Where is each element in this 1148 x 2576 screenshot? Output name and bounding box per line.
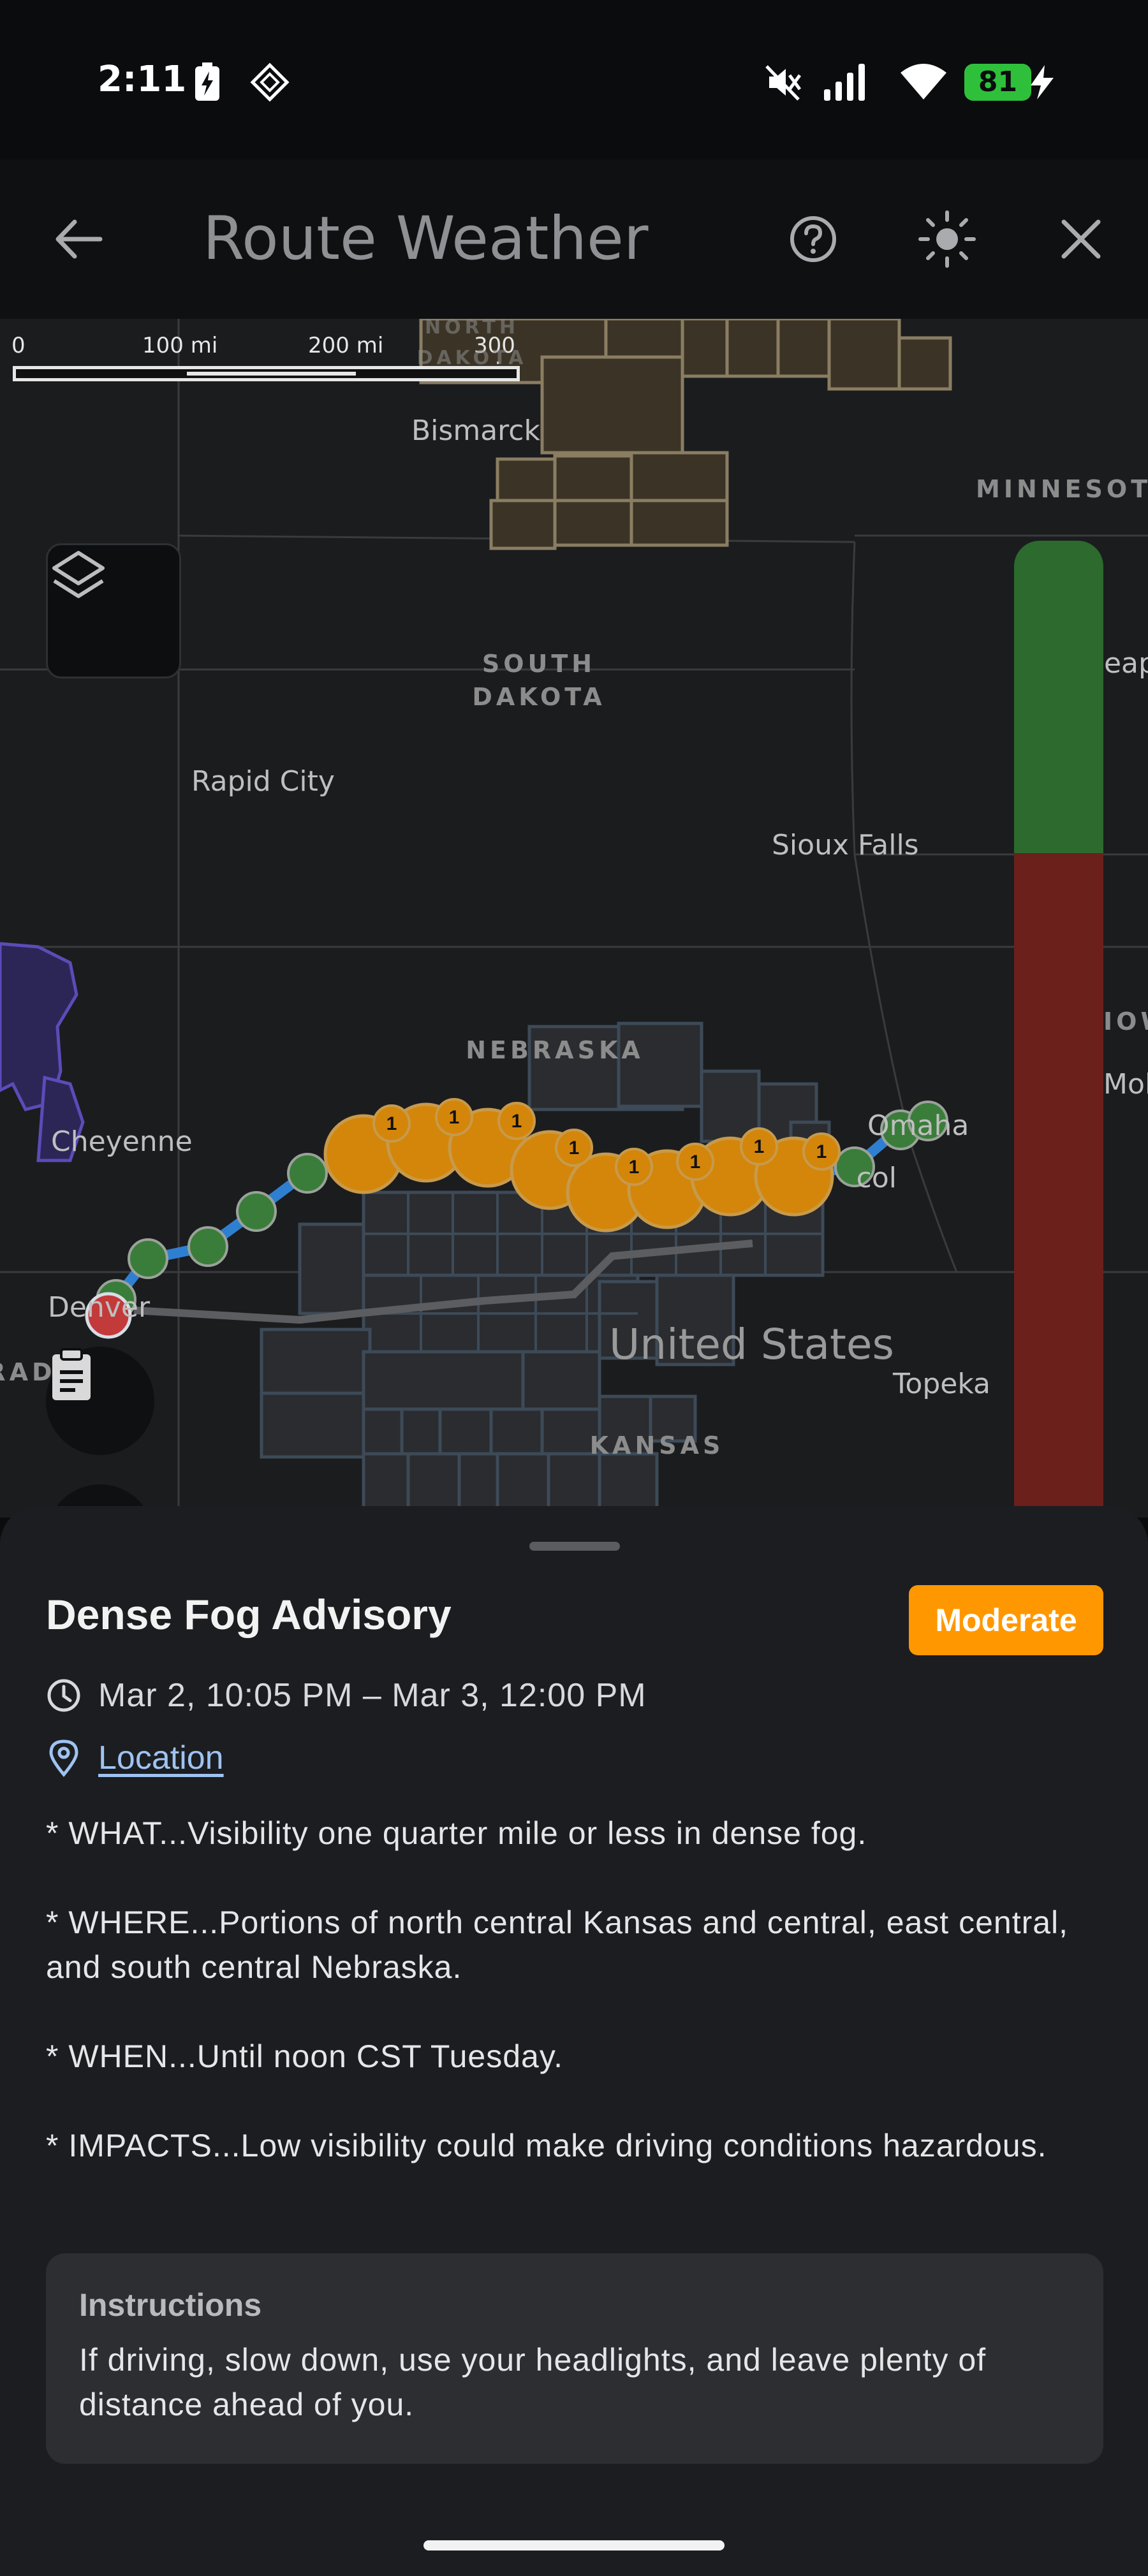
screen-title: Route Weather	[203, 204, 649, 274]
close-icon	[1061, 219, 1101, 259]
map-label-north-dakota: NORTH DAKOTA	[416, 319, 527, 369]
instructions-title: Instructions	[79, 2287, 262, 2323]
map-label-denver: Denver	[48, 1291, 151, 1324]
map-label-south-dakota: SOUTH DAKOTA	[472, 650, 606, 711]
scale-label: 200 mi	[308, 333, 384, 358]
back-button[interactable]	[43, 204, 114, 274]
alert-location-row[interactable]: Location	[46, 1736, 224, 1780]
route-condition-bar[interactable]	[1014, 541, 1103, 1518]
report-button[interactable]	[46, 1347, 154, 1455]
map-label-lincoln: Lincoln	[855, 1162, 896, 1194]
route-map[interactable]: 1 1 1 1 1 1 1 1 0 100 mi 200 mi 300 mi B…	[0, 319, 1148, 1518]
alert-count-label: 1	[511, 1111, 522, 1132]
map-label-moline: Moline	[1103, 1068, 1148, 1101]
signal-icon	[824, 64, 865, 101]
help-button[interactable]	[778, 204, 848, 274]
brightness-button[interactable]	[912, 204, 982, 274]
instructions-card: Instructions If driving, slow down, use …	[46, 2253, 1103, 2464]
brightness-icon	[918, 210, 976, 268]
battery-charging-icon	[1031, 65, 1054, 99]
wifi-icon	[901, 64, 946, 99]
alert-count-label: 1	[816, 1141, 827, 1162]
scale-line-inner	[187, 372, 356, 376]
alert-count-label: 1	[449, 1107, 460, 1128]
map-label-kansas: KANSAS	[589, 1431, 725, 1460]
back-arrow-icon	[55, 219, 103, 259]
layers-icon	[52, 551, 105, 598]
description-what: * WHAT...Visibility one quarter mile or …	[46, 1815, 867, 1851]
location-link[interactable]: Location	[98, 1739, 224, 1777]
clock-icon	[47, 1679, 80, 1712]
fog-county-grid	[260, 1021, 831, 1518]
alert-time-range: Mar 2, 10:05 PM – Mar 3, 12:00 PM	[98, 1677, 647, 1714]
map-label-cheyenne: Cheyenne	[51, 1125, 193, 1158]
map-label-sioux-falls: Sioux Falls	[772, 829, 919, 861]
instructions-body: If driving, slow down, use your headligh…	[79, 2342, 987, 2422]
description-where: * WHERE...Portions of north central Kans…	[46, 1905, 1069, 1985]
condition-segment-good	[1014, 541, 1103, 853]
alert-count-label: 1	[690, 1152, 701, 1173]
close-button[interactable]	[1046, 204, 1116, 274]
location-pin-icon	[49, 1739, 78, 1777]
battery-level: 81	[964, 64, 1031, 101]
alert-count-label: 1	[386, 1113, 397, 1134]
map-label-minnesota: MINNESOTA	[976, 475, 1148, 503]
alert-count-label: 1	[569, 1138, 580, 1159]
map-label-topeka: Topeka	[893, 1368, 990, 1400]
mute-icon	[765, 65, 802, 101]
severity-badge: Moderate	[909, 1585, 1103, 1655]
map-label-bismarck: Bismarck	[411, 414, 540, 447]
diamond-app-icon	[250, 62, 290, 102]
status-bar: 2:11 81	[0, 0, 1148, 159]
map-label-iowa: IOWA	[1103, 1007, 1148, 1036]
home-indicator[interactable]	[423, 2540, 725, 2550]
map-label-united-states: United States	[609, 1320, 894, 1369]
description-when: * WHEN...Until noon CST Tuesday.	[46, 2038, 564, 2074]
status-time: 2:11	[98, 59, 187, 100]
alert-title: Dense Fog Advisory	[46, 1591, 452, 1638]
alert-bottom-sheet[interactable]: Dense Fog Advisory Moderate Mar 2, 10:05…	[0, 1506, 1148, 2576]
alert-count-label: 1	[754, 1136, 765, 1157]
alert-count-label: 1	[629, 1157, 640, 1178]
condition-segment-alert	[1014, 853, 1103, 1518]
alert-time-row: Mar 2, 10:05 PM – Mar 3, 12:00 PM	[46, 1673, 647, 1718]
alert-description: * WHAT...Visibility one quarter mile or …	[46, 1811, 1105, 2213]
layers-button[interactable]	[46, 543, 181, 678]
sheet-drag-handle[interactable]	[529, 1542, 620, 1551]
scale-label: 0	[11, 333, 26, 358]
clipboard-icon	[52, 1348, 91, 1400]
scale-label: 100 mi	[142, 333, 218, 358]
help-icon	[790, 216, 836, 262]
description-impacts: * IMPACTS...Low visibility could make dr…	[46, 2128, 1047, 2163]
map-label-rapid-city: Rapid City	[191, 765, 335, 798]
map-label-nebraska: NEBRASKA	[466, 1036, 644, 1064]
top-app-bar: Route Weather	[0, 159, 1148, 319]
map-label-omaha: Omaha	[867, 1109, 969, 1142]
charging-bolt-icon	[195, 62, 219, 101]
